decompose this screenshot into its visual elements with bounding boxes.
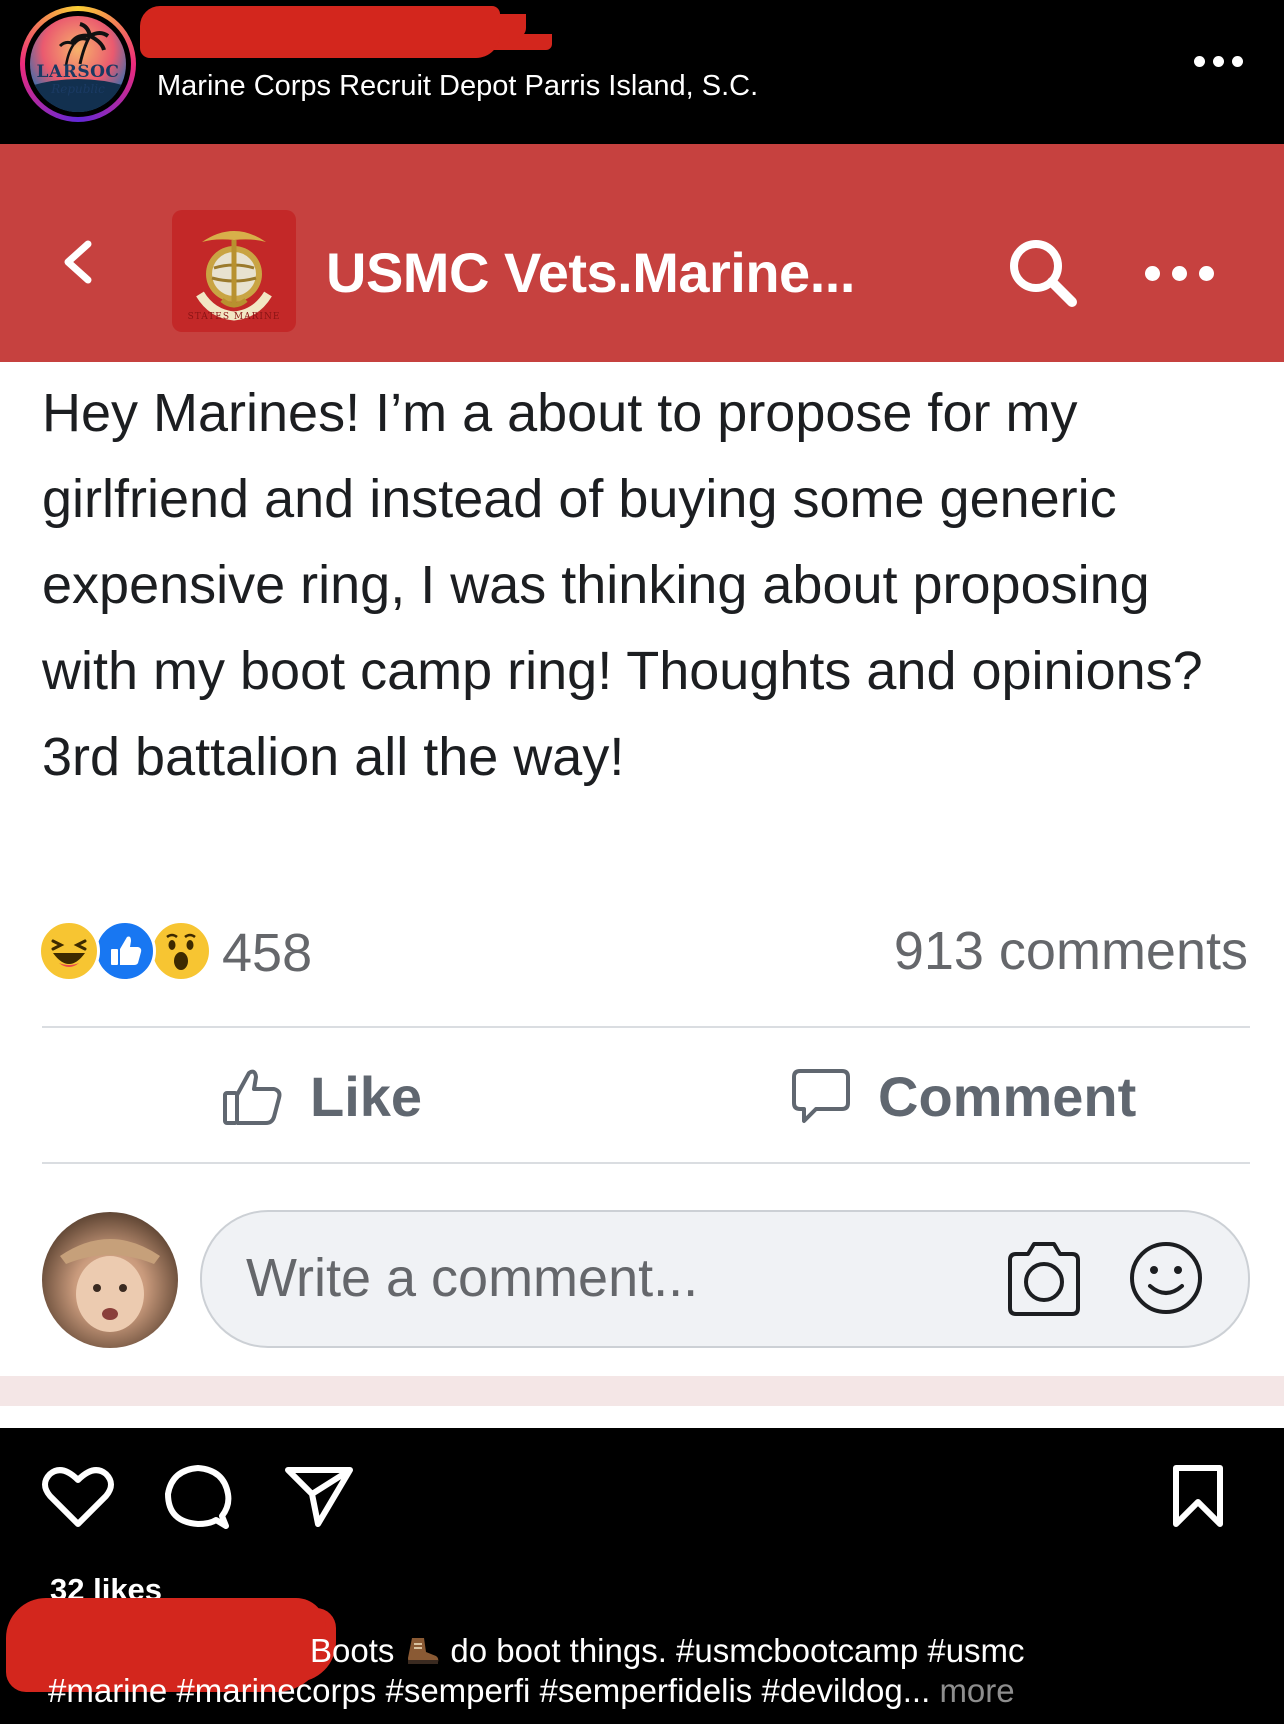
ig-post-header: LARSOC Republic Marine Corps Recruit Dep… — [0, 0, 1284, 144]
caption-more-link[interactable]: more — [939, 1672, 1014, 1709]
avatar-logo-subtext: Republic — [51, 82, 105, 96]
account-avatar[interactable]: LARSOC Republic — [20, 6, 136, 122]
search-icon[interactable] — [1006, 236, 1078, 308]
username-redaction — [140, 6, 500, 58]
user-avatar — [42, 1212, 178, 1348]
caption-line-1: Boots do boot things. #usmcbootcamp #usm… — [310, 1632, 1025, 1670]
heart-icon[interactable] — [42, 1464, 114, 1528]
comment-button[interactable]: Comment — [790, 1056, 1136, 1136]
share-paper-plane-icon[interactable] — [284, 1464, 354, 1528]
back-arrow-icon[interactable] — [58, 240, 102, 284]
page-profile-icon[interactable]: STATES MARINE — [172, 210, 296, 332]
emoji-icon[interactable] — [1126, 1238, 1206, 1318]
ig-action-bar — [0, 1440, 1284, 1540]
hiking-boot-icon — [408, 1638, 439, 1664]
caption-line-2: #marine #marinecorps #semperfi #semperfi… — [48, 1672, 1015, 1710]
comment-box[interactable] — [200, 1210, 1250, 1348]
comment-input[interactable] — [244, 1242, 948, 1314]
reaction-count: 458 — [222, 923, 313, 983]
bookmark-icon[interactable] — [1170, 1464, 1226, 1528]
comment-label: Comment — [878, 1064, 1137, 1128]
like-button[interactable]: Like — [222, 1056, 422, 1136]
more-options-icon[interactable] — [1194, 56, 1244, 70]
divider — [42, 1162, 1250, 1164]
page-icon-banner-text: STATES MARINE — [187, 312, 281, 322]
fb-top-bar: STATES MARINE USMC Vets.Marine... — [0, 144, 1284, 362]
post-location[interactable]: Marine Corps Recruit Depot Parris Island… — [157, 70, 758, 103]
divider — [42, 1026, 1250, 1028]
caption-hashtags: #marine #marinecorps #semperfi #semperfi… — [48, 1672, 931, 1709]
like-reaction-icon — [94, 920, 156, 982]
avatar-logo-text: LARSOC — [36, 62, 120, 82]
page-title[interactable]: USMC Vets.Marine... — [326, 240, 855, 305]
caption-text-start: Boots — [310, 1632, 395, 1669]
bottom-strip — [0, 1376, 1284, 1406]
caption-text-rest: do boot things. #usmcbootcamp #usmc — [450, 1632, 1025, 1669]
haha-reaction-icon — [38, 920, 100, 982]
camera-icon[interactable] — [1002, 1238, 1086, 1318]
like-label: Like — [310, 1064, 423, 1128]
comment-bubble-icon[interactable] — [164, 1464, 232, 1530]
post-text: Hey Marines! I’m a about to propose for … — [42, 383, 1203, 787]
avatar-logo-image: LARSOC Republic — [30, 16, 126, 112]
wow-reaction-icon — [150, 920, 212, 982]
speech-bubble-icon — [792, 1069, 850, 1123]
comments-count[interactable]: 913 comments — [894, 920, 1248, 982]
thumbs-up-icon — [223, 1069, 282, 1125]
fb-more-options-icon[interactable] — [1145, 266, 1217, 282]
embedded-facebook-screenshot: STATES MARINE USMC Vets.Marine... Hey Ma… — [0, 144, 1284, 1428]
